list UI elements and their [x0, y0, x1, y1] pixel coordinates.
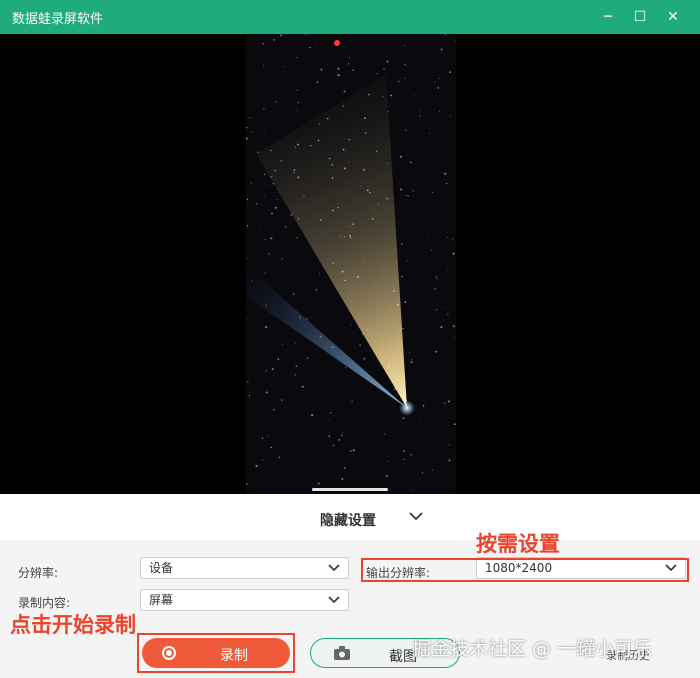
- hide-settings-row[interactable]: 隐藏设置: [0, 494, 700, 540]
- title-bar: 数据蛙录屏软件 ─ ☐ ✕: [0, 0, 700, 34]
- resolution-label: 分辨率:: [18, 566, 59, 580]
- hide-settings-label[interactable]: 隐藏设置: [320, 510, 376, 530]
- window-title: 数据蛙录屏软件: [12, 12, 104, 27]
- output-resolution-highlight: [361, 558, 689, 582]
- phone-screen-preview: [246, 34, 456, 494]
- minimize-icon[interactable]: ─: [596, 5, 620, 29]
- content-value: 屏幕: [149, 593, 174, 607]
- record-icon: [162, 646, 176, 660]
- content-select[interactable]: 屏幕: [140, 589, 349, 611]
- click-to-start-annotation: 点击开始录制: [10, 613, 136, 637]
- camera-icon: [334, 646, 350, 660]
- close-icon[interactable]: ✕: [661, 5, 685, 29]
- set-as-needed-annotation: 按需设置: [476, 532, 560, 556]
- home-indicator: [312, 488, 388, 491]
- recording-indicator: [334, 40, 340, 46]
- chevron-down-icon[interactable]: [408, 508, 424, 524]
- record-button[interactable]: 录制: [142, 638, 290, 668]
- chevron-down-icon: [328, 564, 340, 572]
- resolution-select[interactable]: 设备: [140, 557, 349, 579]
- settings-panel: 隐藏设置 分辨率: 设备 录制内容: 屏幕 输出分辨率: 1080*2400 按…: [0, 494, 700, 678]
- comet-wallpaper: [246, 34, 456, 491]
- chevron-down-icon: [328, 596, 340, 604]
- watermark: 掘金技术社区 @ 一罐小可乐: [412, 638, 653, 660]
- maximize-icon[interactable]: ☐: [628, 5, 652, 29]
- record-button-label: 录制: [220, 648, 248, 664]
- resolution-value: 设备: [149, 561, 174, 575]
- screen-preview: [0, 34, 700, 494]
